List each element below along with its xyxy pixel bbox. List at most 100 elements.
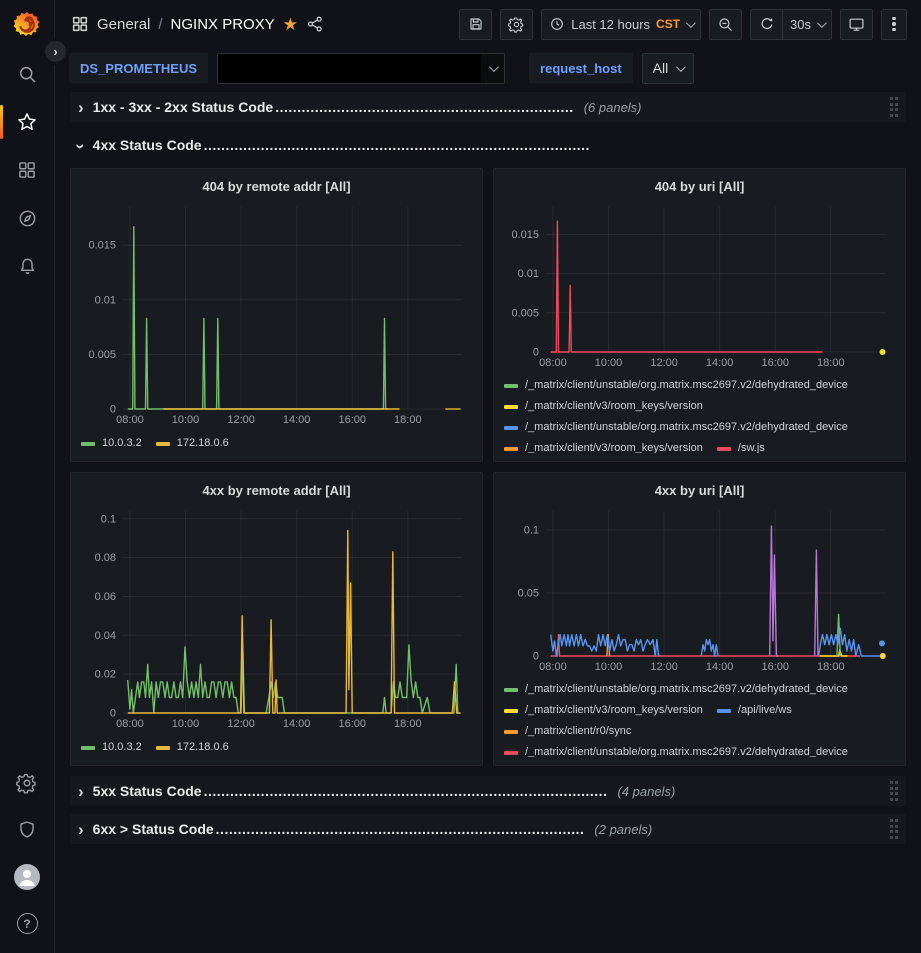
- row-title-dots: ........................................…: [204, 783, 608, 799]
- row-drag-handle[interactable]: [890, 97, 899, 117]
- zoom-out-icon: [717, 16, 734, 33]
- chart-404-by-uri[interactable]: 08:0010:0012:0014:0016:0018:0000.0050.01…: [504, 199, 895, 373]
- panel-404-by-uri: 404 by uri [All] 08:0010:0012:0014:0016:…: [493, 168, 906, 462]
- sidebar-expand-button[interactable]: ›: [42, 38, 69, 65]
- chevron-right-icon: ›: [78, 783, 84, 800]
- row-4xx[interactable]: › 4xx Status Code ......................…: [70, 130, 906, 160]
- svg-text:16:00: 16:00: [761, 357, 789, 369]
- dashboard-settings-button[interactable]: [500, 9, 533, 40]
- refresh-interval-select[interactable]: 30s: [783, 9, 832, 40]
- legend-item[interactable]: /_matrix/client/unstable/org.matrix.msc2…: [504, 682, 848, 697]
- legend-4xx-by-remote-addr: 10.0.3.2 172.18.0.6: [81, 733, 472, 757]
- svg-text:0.08: 0.08: [95, 552, 116, 564]
- ds-prometheus-select[interactable]: [217, 53, 505, 84]
- variable-label-ds-prometheus[interactable]: DS_PROMETHEUS: [69, 53, 208, 83]
- legend-item[interactable]: /api/live/ws: [717, 703, 792, 718]
- row-title: 1xx - 3xx - 2xx Status Code: [93, 99, 274, 115]
- cycle-view-mode-button[interactable]: [840, 9, 873, 40]
- svg-text:0.005: 0.005: [511, 307, 539, 319]
- sidebar-item-explore[interactable]: [0, 194, 55, 242]
- sidebar-item-dashboards[interactable]: [0, 146, 55, 194]
- chevron-down-icon: ›: [72, 143, 89, 149]
- legend-swatch: [81, 442, 95, 446]
- legend-item[interactable]: /_matrix/client/v3/room_keys/version: [504, 703, 703, 718]
- row-6xx[interactable]: › 6xx > Status Code ....................…: [70, 814, 906, 844]
- legend-item[interactable]: /_matrix/client/v3/room_keys/version: [504, 441, 703, 453]
- sidebar-item-configuration[interactable]: [0, 759, 55, 806]
- apps-grid-icon: [71, 15, 89, 33]
- svg-text:0.1: 0.1: [101, 513, 116, 525]
- timezone-badge: CST: [656, 17, 680, 31]
- legend-label: 172.18.0.6: [177, 740, 229, 755]
- panel-title[interactable]: 4xx by remote addr [All]: [81, 479, 472, 503]
- chart-4xx-by-uri[interactable]: 08:0010:0012:0014:0016:0018:0000.050.1: [504, 503, 895, 677]
- legend-item[interactable]: 10.0.3.2: [81, 436, 142, 451]
- svg-text:0: 0: [110, 404, 116, 416]
- svg-text:16:00: 16:00: [338, 718, 366, 730]
- profile-avatar: [14, 864, 40, 890]
- svg-text:12:00: 12:00: [650, 357, 678, 369]
- request-host-select[interactable]: All: [642, 53, 695, 84]
- sidebar-item-alerting[interactable]: [0, 242, 55, 290]
- legend-swatch: [156, 442, 170, 446]
- legend-item[interactable]: /_matrix/client/v3/room_keys/version: [504, 399, 703, 414]
- monitor-icon: [848, 16, 865, 33]
- svg-text:18:00: 18:00: [394, 414, 422, 426]
- more-options-button[interactable]: [881, 9, 907, 40]
- panel-title[interactable]: 404 by uri [All]: [504, 175, 895, 199]
- bell-icon: [17, 256, 38, 277]
- legend-item[interactable]: 172.18.0.6: [156, 740, 229, 755]
- row-1xx-3xx-2xx[interactable]: › 1xx - 3xx - 2xx Status Code ..........…: [70, 92, 906, 122]
- legend-item[interactable]: /_matrix/client/unstable/org.matrix.msc2…: [504, 378, 848, 393]
- legend-swatch: [504, 447, 518, 451]
- chart-4xx-by-remote-addr[interactable]: 08:0010:0012:0014:0016:0018:0000.020.040…: [81, 503, 472, 733]
- svg-text:14:00: 14:00: [283, 414, 311, 426]
- legend-swatch: [504, 751, 518, 755]
- breadcrumb: General / NGINX PROXY: [97, 16, 275, 33]
- row-title-dots: ........................................…: [216, 821, 585, 837]
- chevron-down-icon: [686, 18, 696, 28]
- legend-label: /_matrix/client/unstable/org.matrix.msc2…: [525, 682, 848, 697]
- refresh-button[interactable]: [750, 9, 783, 40]
- sidebar-item-starred[interactable]: [0, 98, 55, 146]
- panel-title[interactable]: 404 by remote addr [All]: [81, 175, 472, 199]
- row-drag-handle[interactable]: [890, 819, 899, 839]
- legend-item[interactable]: /_matrix/client/r0/sync: [504, 724, 631, 739]
- save-dashboard-button[interactable]: [459, 9, 492, 40]
- legend-swatch: [504, 384, 518, 388]
- svg-text:0.05: 0.05: [518, 587, 539, 599]
- favorite-star-icon[interactable]: ★: [283, 16, 298, 33]
- legend-item[interactable]: /_matrix/client/unstable/org.matrix.msc2…: [504, 420, 848, 435]
- row-drag-handle[interactable]: [890, 781, 899, 801]
- grafana-app: ? › General / NGINX PROXY ★: [0, 0, 921, 953]
- legend-swatch: [717, 447, 731, 451]
- legend-item[interactable]: 172.18.0.6: [156, 436, 229, 451]
- legend-item[interactable]: /sw.js: [717, 441, 765, 453]
- time-range-picker[interactable]: Last 12 hours CST: [541, 9, 701, 40]
- sidebar-item-help[interactable]: ?: [0, 900, 55, 947]
- svg-text:12:00: 12:00: [227, 718, 255, 730]
- zoom-out-button[interactable]: [709, 9, 742, 40]
- legend-swatch: [504, 730, 518, 734]
- breadcrumb-folder[interactable]: General: [97, 16, 150, 33]
- time-range-label: Last 12 hours: [571, 17, 650, 32]
- main-area: General / NGINX PROXY ★: [55, 0, 921, 953]
- legend-item[interactable]: /_matrix/client/unstable/org.matrix.msc2…: [504, 745, 848, 757]
- row-panel-count: (2 panels): [594, 822, 652, 837]
- save-icon: [468, 16, 484, 32]
- svg-text:12:00: 12:00: [650, 661, 678, 673]
- sidebar-item-profile[interactable]: [0, 853, 55, 900]
- svg-text:0.06: 0.06: [95, 591, 116, 603]
- breadcrumb-dashboard-title[interactable]: NGINX PROXY: [171, 16, 275, 33]
- legend-4xx-by-uri: /_matrix/client/unstable/org.matrix.msc2…: [504, 677, 895, 757]
- legend-label: 10.0.3.2: [102, 740, 142, 755]
- row-5xx[interactable]: › 5xx Status Code ......................…: [70, 776, 906, 806]
- chevron-right-icon: ›: [78, 99, 84, 116]
- share-icon[interactable]: [306, 15, 324, 33]
- sidebar-item-server-admin[interactable]: [0, 806, 55, 853]
- chevron-right-icon: ›: [53, 44, 57, 59]
- legend-item[interactable]: 10.0.3.2: [81, 740, 142, 755]
- chart-404-by-remote-addr[interactable]: 08:0010:0012:0014:0016:0018:0000.0050.01…: [81, 199, 472, 429]
- variable-label-request-host[interactable]: request_host: [529, 53, 633, 83]
- panel-title[interactable]: 4xx by uri [All]: [504, 479, 895, 503]
